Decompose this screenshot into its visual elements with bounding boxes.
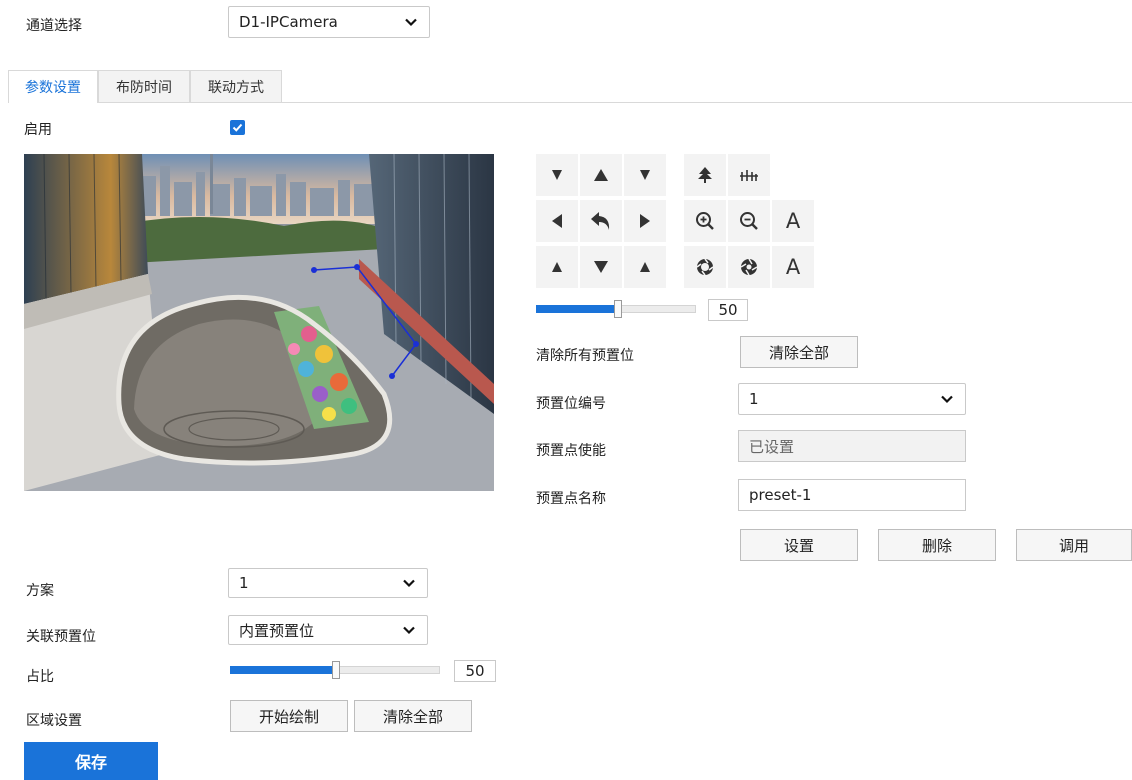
ptz-down-left-button[interactable] xyxy=(536,246,578,288)
zoom-out-button[interactable] xyxy=(728,200,770,242)
iris-open-icon xyxy=(696,258,714,276)
preset-delete-button[interactable]: 删除 xyxy=(878,529,996,561)
channel-select[interactable]: D1-IPCamera xyxy=(228,6,430,38)
preset-enable-field: 已设置 xyxy=(738,430,966,462)
ptz-speed-value: 50 xyxy=(708,299,748,321)
preset-set-button[interactable]: 设置 xyxy=(740,529,858,561)
channel-select-value: D1-IPCamera xyxy=(239,13,338,31)
tab-params[interactable]: 参数设置 xyxy=(8,70,98,103)
auto-focus-label: A xyxy=(785,209,801,233)
scheme-value: 1 xyxy=(239,574,249,592)
preset-call-button[interactable]: 调用 xyxy=(1016,529,1132,561)
arrow-down-right-icon xyxy=(640,262,650,272)
tab-bar: 参数设置 布防时间 联动方式 xyxy=(8,70,1132,103)
ptz-speed-thumb[interactable] xyxy=(614,300,622,318)
arrow-down-icon xyxy=(594,261,608,273)
zoom-in-icon xyxy=(696,212,714,230)
focus-far-button[interactable] xyxy=(684,154,726,196)
ptz-right-button[interactable] xyxy=(624,200,666,242)
ptz-home-button[interactable] xyxy=(580,200,622,242)
chevron-down-icon xyxy=(405,18,417,27)
clear-region-button[interactable]: 清除全部 xyxy=(354,700,472,732)
ptz-speed-fill xyxy=(536,305,616,313)
arrow-right-icon xyxy=(640,214,650,228)
ratio-label: 占比 xyxy=(26,669,54,685)
auto-iris-button[interactable]: A xyxy=(772,246,814,288)
save-button[interactable]: 保存 xyxy=(24,742,158,780)
chevron-down-icon xyxy=(403,579,415,588)
linked-preset-label: 关联预置位 xyxy=(26,629,96,645)
flowers-icon xyxy=(740,170,758,181)
arrow-up-icon xyxy=(594,169,608,181)
tab-linkage[interactable]: 联动方式 xyxy=(190,70,282,102)
arrow-up-left-icon xyxy=(552,170,562,180)
preset-number-label: 预置位编号 xyxy=(536,396,606,412)
checkmark-icon xyxy=(232,123,243,132)
arrow-left-icon xyxy=(552,214,562,228)
region-label: 区域设置 xyxy=(26,713,82,729)
chevron-down-icon xyxy=(403,626,415,635)
scheme-select[interactable]: 1 xyxy=(228,568,428,598)
iris-close-icon xyxy=(740,258,758,276)
preset-number-select[interactable]: 1 xyxy=(738,383,966,415)
ptz-left-button[interactable] xyxy=(536,200,578,242)
linked-preset-select[interactable]: 内置预置位 xyxy=(228,615,428,645)
zoom-out-icon xyxy=(740,212,758,230)
zoom-in-button[interactable] xyxy=(684,200,726,242)
focus-near-button[interactable] xyxy=(728,154,770,196)
arrow-up-right-icon xyxy=(640,170,650,180)
ptz-down-right-button[interactable] xyxy=(624,246,666,288)
channel-label: 通道选择 xyxy=(26,18,82,34)
tree-icon xyxy=(698,167,712,183)
video-preview[interactable] xyxy=(24,154,494,491)
camera-scene-image xyxy=(24,154,494,491)
linked-preset-value: 内置预置位 xyxy=(239,621,315,640)
ratio-fill xyxy=(230,666,334,674)
ptz-up-left-button[interactable] xyxy=(536,154,578,196)
ratio-thumb[interactable] xyxy=(332,661,340,679)
tab-schedule[interactable]: 布防时间 xyxy=(98,70,190,102)
ptz-up-right-button[interactable] xyxy=(624,154,666,196)
preset-name-label: 预置点名称 xyxy=(536,491,606,507)
scheme-label: 方案 xyxy=(26,583,54,599)
auto-iris-label: A xyxy=(785,255,801,279)
preset-number-value: 1 xyxy=(749,390,759,408)
ratio-value: 50 xyxy=(454,660,496,682)
arrow-down-left-icon xyxy=(552,262,562,272)
enable-label: 启用 xyxy=(24,122,52,138)
enable-checkbox[interactable] xyxy=(230,120,245,135)
chevron-down-icon xyxy=(941,395,953,404)
ptz-control-pad: A A xyxy=(536,154,818,288)
start-drawing-button[interactable]: 开始绘制 xyxy=(230,700,348,732)
ptz-down-button[interactable] xyxy=(580,246,622,288)
clear-presets-label: 清除所有预置位 xyxy=(536,348,634,364)
preset-enable-label: 预置点使能 xyxy=(536,443,606,459)
iris-close-button[interactable] xyxy=(728,246,770,288)
ptz-up-button[interactable] xyxy=(580,154,622,196)
clear-presets-button[interactable]: 清除全部 xyxy=(740,336,858,368)
preset-name-field[interactable]: preset-1 xyxy=(738,479,966,511)
auto-focus-button[interactable]: A xyxy=(772,200,814,242)
undo-icon xyxy=(591,212,610,230)
iris-open-button[interactable] xyxy=(684,246,726,288)
